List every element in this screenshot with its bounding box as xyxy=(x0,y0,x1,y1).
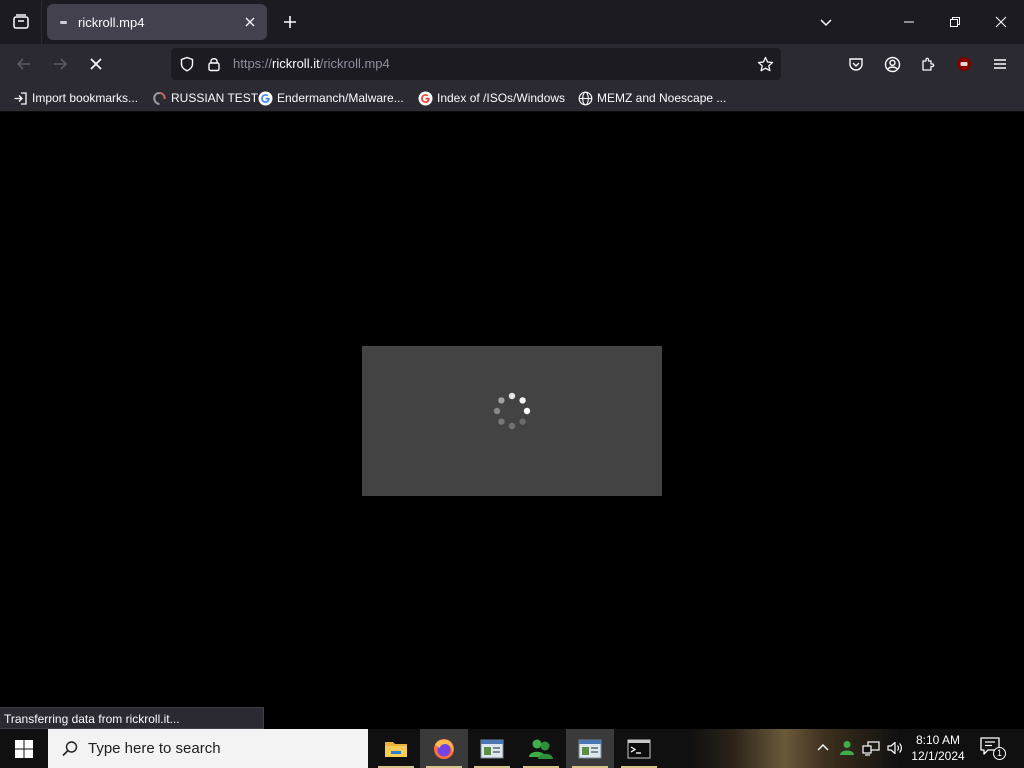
taskbar-clock[interactable]: 8:10 AM 12/1/2024 xyxy=(904,732,972,764)
restore-button[interactable] xyxy=(932,0,978,44)
pocket-icon xyxy=(849,58,863,71)
bookmarks-toolbar: Import bookmarks... RUSSIAN TEST Enderma… xyxy=(0,84,1024,112)
taskbar-app-window[interactable] xyxy=(468,729,516,768)
restore-icon xyxy=(950,17,960,27)
globe-icon xyxy=(577,90,593,106)
app-menu-button[interactable] xyxy=(984,48,1016,80)
network-icon[interactable] xyxy=(860,737,882,759)
bookmark-label: Import bookmarks... xyxy=(32,91,139,105)
volume-icon[interactable] xyxy=(884,737,906,759)
clock-time: 8:10 AM xyxy=(915,733,961,747)
import-icon xyxy=(12,90,28,106)
bookmark-label: Endermanch/Malware... xyxy=(277,91,404,105)
close-icon xyxy=(245,17,255,27)
ublock-origin-button[interactable] xyxy=(948,48,980,80)
video-player[interactable] xyxy=(362,346,662,496)
bookmark-star-icon[interactable] xyxy=(754,53,776,75)
close-icon xyxy=(995,16,1007,28)
firefox-icon xyxy=(434,738,454,759)
taskbar: Type here to search 8:10 AM 12/1/2024 1 xyxy=(0,729,1024,768)
url-path: /rickroll.mp4 xyxy=(319,56,390,71)
chevron-down-icon xyxy=(820,19,832,27)
stop-icon xyxy=(90,58,102,70)
loading-spinner-icon xyxy=(493,392,531,430)
url-host: rickroll.it xyxy=(272,56,320,71)
search-placeholder: Type here to search xyxy=(88,740,221,757)
navigation-toolbar: https://rickroll.it/rickroll.mp4 xyxy=(0,44,1024,84)
taskbar-firefox[interactable] xyxy=(420,729,468,768)
minimize-icon xyxy=(904,21,914,23)
status-panel: Transferring data from rickroll.it... xyxy=(0,707,264,729)
lock-icon[interactable] xyxy=(203,53,225,75)
tray-people-icon[interactable] xyxy=(836,737,858,759)
taskbar-messenger[interactable] xyxy=(517,729,565,768)
arrow-right-icon xyxy=(54,58,68,70)
tab-favicon xyxy=(60,20,67,24)
page-content xyxy=(0,113,1024,707)
new-tab-button[interactable] xyxy=(276,8,304,36)
url-scheme: https:// xyxy=(233,56,273,71)
minimize-button[interactable] xyxy=(886,0,932,44)
windows-logo-icon xyxy=(15,739,33,758)
bookmark-endermanch[interactable]: Endermanch/Malware... xyxy=(257,89,404,107)
tab-manager-icon xyxy=(12,14,29,29)
arrow-left-icon xyxy=(16,58,30,70)
tracking-protection-shield-icon[interactable] xyxy=(176,53,198,75)
list-tabs-dropdown[interactable] xyxy=(803,0,849,44)
google-icon xyxy=(257,90,273,106)
extensions-button[interactable] xyxy=(912,48,944,80)
bookmark-index-isos[interactable]: Index of /ISOs/Windows xyxy=(417,89,565,107)
show-hidden-icons-button[interactable] xyxy=(812,737,834,759)
url-bar[interactable]: https://rickroll.it/rickroll.mp4 xyxy=(171,48,781,80)
account-icon xyxy=(884,56,900,72)
list-all-tabs-button[interactable] xyxy=(0,0,42,44)
taskbar-app-window-2[interactable] xyxy=(566,729,614,768)
site-favicon xyxy=(151,90,167,106)
url-text[interactable]: https://rickroll.it/rickroll.mp4 xyxy=(233,56,390,71)
google-icon xyxy=(417,90,433,106)
clock-date: 12/1/2024 xyxy=(911,749,965,763)
bookmark-import[interactable]: Import bookmarks... xyxy=(12,89,138,107)
bookmark-label: Index of /ISOs/Windows xyxy=(437,91,566,105)
bookmark-memz[interactable]: MEMZ and Noescape ... xyxy=(577,89,726,107)
tab-rickroll[interactable]: rickroll.mp4 xyxy=(47,4,267,40)
app-window-icon xyxy=(578,739,602,758)
bookmark-russian-test[interactable]: RUSSIAN TEST xyxy=(151,89,258,107)
start-button[interactable] xyxy=(0,729,48,768)
tab-close-button[interactable] xyxy=(238,10,262,34)
ublock-icon xyxy=(957,57,971,71)
forward-button[interactable] xyxy=(44,48,76,80)
terminal-icon xyxy=(627,739,651,758)
action-center-button[interactable]: 1 xyxy=(980,737,1006,761)
taskbar-terminal[interactable] xyxy=(615,729,663,768)
app-window-icon xyxy=(480,739,504,758)
window-close-button[interactable] xyxy=(978,0,1024,44)
taskbar-search-box[interactable]: Type here to search xyxy=(48,729,368,768)
notification-count-badge: 1 xyxy=(993,747,1006,760)
folder-icon xyxy=(385,741,407,757)
puzzle-icon xyxy=(922,57,935,71)
tab-strip: rickroll.mp4 xyxy=(0,0,1024,44)
bookmark-label: MEMZ and Noescape ... xyxy=(597,91,727,105)
taskbar-file-explorer[interactable] xyxy=(372,729,420,768)
chevron-up-icon xyxy=(817,744,829,751)
messenger-buddy-icon xyxy=(529,739,553,759)
bookmark-label: RUSSIAN TEST xyxy=(171,91,259,105)
stop-loading-button[interactable] xyxy=(80,48,112,80)
back-button[interactable] xyxy=(8,48,40,80)
hamburger-icon xyxy=(994,59,1006,69)
account-button[interactable] xyxy=(876,48,908,80)
tab-title: rickroll.mp4 xyxy=(78,14,145,30)
plus-icon xyxy=(284,16,296,28)
search-icon xyxy=(58,737,82,761)
pocket-button[interactable] xyxy=(840,48,872,80)
